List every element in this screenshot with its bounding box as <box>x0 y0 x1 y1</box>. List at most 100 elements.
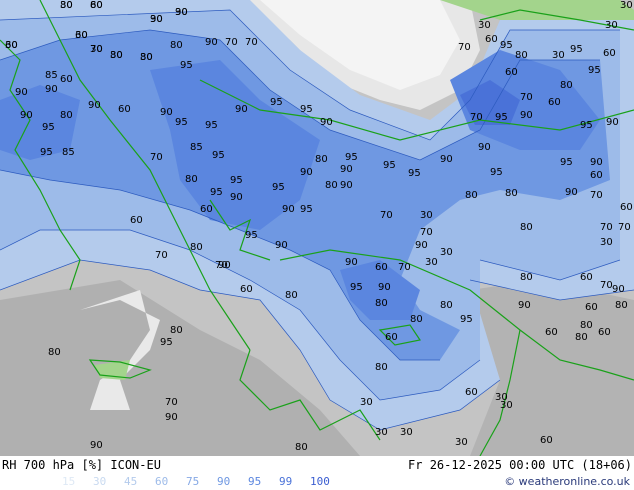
contour-label: 60 <box>620 202 633 213</box>
contour-label: 60 <box>585 302 598 313</box>
contour-label: 70 <box>520 92 533 103</box>
contour-label: 80 <box>560 80 573 91</box>
contour-label: 90 <box>165 412 178 423</box>
contour-label: 70 <box>600 280 613 291</box>
contour-label: 95 <box>460 314 473 325</box>
contour-label: 95 <box>383 160 396 171</box>
contour-label: 30 <box>400 427 413 438</box>
contour-label: 60 <box>603 48 616 59</box>
contour-label: 30 <box>420 210 433 221</box>
contour-label: 90 <box>345 257 358 268</box>
contour-label: 90 <box>282 204 295 215</box>
contour-label: 30 <box>600 237 613 248</box>
legend-level: 100 <box>310 475 330 488</box>
contour-label: 60 <box>590 170 603 181</box>
contour-label: 90 <box>520 110 533 121</box>
contour-label: 80 <box>295 442 308 453</box>
contour-label: 70 <box>398 262 411 273</box>
contour-label: 30 <box>150 14 163 25</box>
contour-label: 70 <box>245 37 258 48</box>
contour-label: 60 <box>540 435 553 446</box>
contour-label: 80 <box>60 110 73 121</box>
valid-time: Fr 26-12-2025 00:00 UTC (18+06) <box>408 458 632 472</box>
contour-label: 95 <box>300 204 313 215</box>
contour-label: 95 <box>245 230 258 241</box>
contour-label: 95 <box>42 122 55 133</box>
contour-label: 90 <box>20 110 33 121</box>
contour-label: 90 <box>235 104 248 115</box>
contour-label: 80 <box>48 347 61 358</box>
contour-label: 80 <box>285 290 298 301</box>
contour-label: 95 <box>205 120 218 131</box>
contour-label: 80 <box>520 272 533 283</box>
contour-label: 95 <box>580 120 593 131</box>
contour-label: 85 <box>190 142 203 153</box>
contour-label: 70 <box>165 397 178 408</box>
contour-label: 30 <box>500 400 513 411</box>
contour-label: 95 <box>495 112 508 123</box>
contour-label: 90 <box>320 117 333 128</box>
contour-label: 90 <box>90 440 103 451</box>
contour-label: 90 <box>415 240 428 251</box>
legend-level: 99 <box>279 475 293 488</box>
contour-label: 90 <box>160 107 173 118</box>
contour-label: 80 <box>515 50 528 61</box>
contour-label: 80 <box>375 298 388 309</box>
color-legend: 15 30 45 60 75 90 95 99 100 <box>62 475 341 488</box>
contour-label: 30 <box>478 20 491 31</box>
contour-label: 80 <box>575 332 588 343</box>
contour-label: 80 <box>465 190 478 201</box>
map-footer: RH 700 hPa [%] ICON-EU Fr 26-12-2025 00:… <box>0 456 634 490</box>
contour-label: 30 <box>60 0 73 11</box>
contour-label: 80 <box>410 314 423 325</box>
legend-level: 95 <box>248 475 262 488</box>
contour-label: 60 <box>118 104 131 115</box>
contour-label: 95 <box>588 65 601 76</box>
contour-label: 90 <box>230 192 243 203</box>
contour-label: 30 <box>620 0 633 11</box>
contour-label: 95 <box>160 337 173 348</box>
contour-label: 30 <box>360 397 373 408</box>
contour-label: 60 <box>548 97 561 108</box>
contour-label: 80 <box>520 222 533 233</box>
contour-label: 60 <box>240 284 253 295</box>
legend-level: 30 <box>93 475 107 488</box>
contour-label: 60 <box>130 215 143 226</box>
contour-label: 70 <box>420 227 433 238</box>
contour-label: 90 <box>590 157 603 168</box>
contour-label: 90 <box>378 282 391 293</box>
contour-label: 60 <box>545 327 558 338</box>
contour-label: 70 <box>150 152 163 163</box>
legend-level: 45 <box>124 475 138 488</box>
contour-label: 95 <box>500 40 513 51</box>
contour-label: 90 <box>478 142 491 153</box>
weather-map: 80 80 90 90 60 60 70 80 80 80 90 95 70 70 90 85 90 60 90 95… <box>0 0 634 456</box>
contour-label: 60 <box>375 262 388 273</box>
contour-label: 60 <box>598 327 611 338</box>
contour-label: 30 <box>552 50 565 61</box>
contour-label: 30 <box>175 7 188 18</box>
contour-label: 90 <box>518 300 531 311</box>
contour-label: 90 <box>340 164 353 175</box>
contour-label: 30 <box>375 427 388 438</box>
credit-link[interactable]: © weatheronline.co.uk <box>504 475 630 488</box>
contour-label: 80 <box>185 174 198 185</box>
contour-label: 95 <box>212 150 225 161</box>
contour-label: 90 <box>218 260 231 271</box>
contour-label: 95 <box>300 104 313 115</box>
contour-label: 70 <box>618 222 631 233</box>
contour-label: 80 <box>580 320 593 331</box>
contour-label: 70 <box>458 42 471 53</box>
contour-label: 70 <box>600 222 613 233</box>
contour-label: 95 <box>560 157 573 168</box>
legend-level: 15 <box>62 475 76 488</box>
contour-label: 95 <box>175 117 188 128</box>
contour-label: 90 <box>565 187 578 198</box>
contour-label: 85 <box>45 70 58 81</box>
contour-label: 30 <box>5 40 18 51</box>
contour-label: 70 <box>470 112 483 123</box>
contour-label: 90 <box>275 240 288 251</box>
contour-label: 30 <box>90 44 103 55</box>
contour-label: 60 <box>485 34 498 45</box>
contour-label: 95 <box>180 60 193 71</box>
